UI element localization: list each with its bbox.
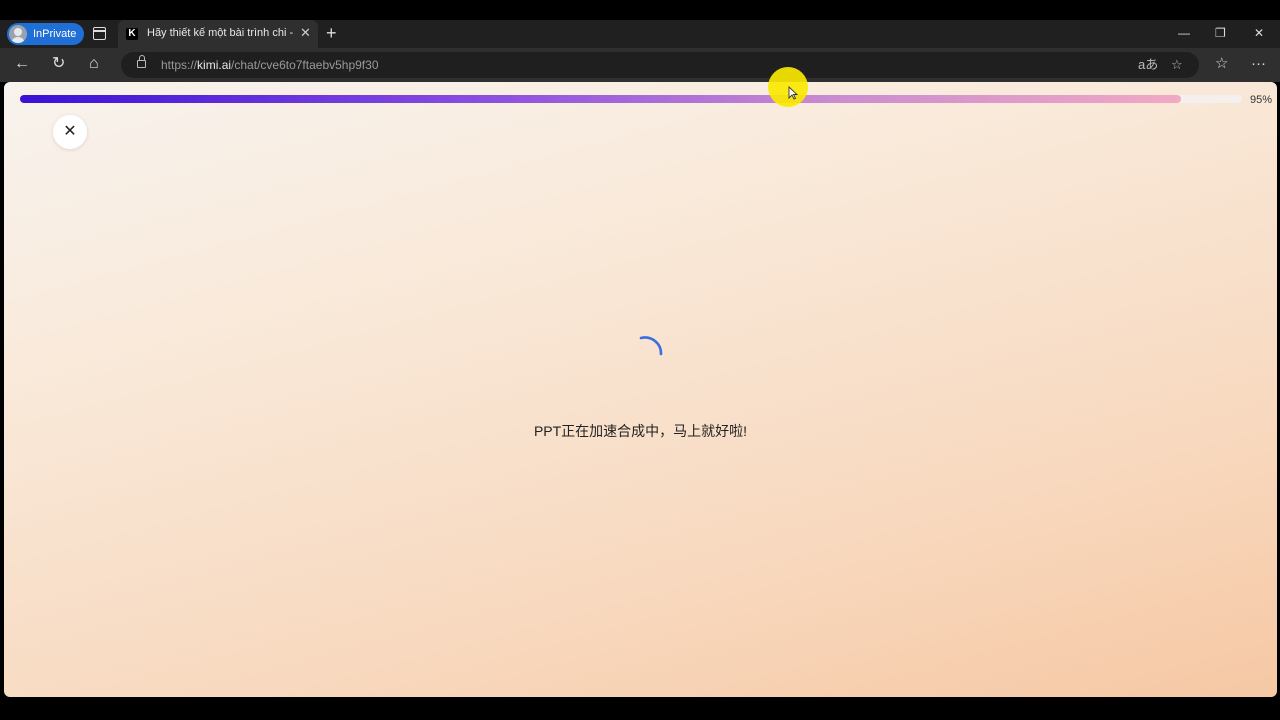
progress-percent: 95% xyxy=(1250,94,1273,106)
url-host: kimi.ai xyxy=(197,58,232,72)
ppt-generation-page: 95% ✕ PPT正在加速合成中，马上就好啦! xyxy=(4,82,1277,697)
minimize-icon[interactable]: — xyxy=(1178,25,1190,41)
url-path: /chat/cve6to7ftaebv5hp9f30 xyxy=(231,58,379,72)
progress-bar-fill xyxy=(20,95,1181,103)
back-icon[interactable]: ← xyxy=(14,54,30,74)
browser-toolbar: ← ↻ ⌂ https://kimi.ai/chat/cve6to7ftaebv… xyxy=(0,48,1280,82)
home-icon[interactable]: ⌂ xyxy=(89,54,99,74)
status-message: PPT正在加速合成中，马上就好啦! xyxy=(533,423,748,439)
url-text[interactable]: https://kimi.ai/chat/cve6to7ftaebv5hp9f3… xyxy=(161,58,379,72)
reload-icon[interactable]: ↻ xyxy=(52,54,65,74)
favorite-star-icon[interactable]: ☆ xyxy=(1171,56,1183,74)
tab-close-icon[interactable]: ✕ xyxy=(300,26,311,40)
address-bar[interactable]: https://kimi.ai/chat/cve6to7ftaebv5hp9f3… xyxy=(121,52,1199,78)
tab-kimi[interactable]: K Hãy thiết kế một bài trình chi - Kimi … xyxy=(118,20,318,48)
close-button[interactable]: ✕ xyxy=(53,115,87,149)
new-tab-icon[interactable]: + xyxy=(326,23,337,43)
restore-icon[interactable]: ❐ xyxy=(1215,25,1226,41)
favorites-icon[interactable]: ☆ xyxy=(1215,54,1228,74)
progress-bar xyxy=(20,95,1242,103)
tab-title: Hãy thiết kế một bài trình chi - Kimi xyxy=(147,27,295,39)
profile-avatar-icon xyxy=(9,25,27,43)
url-scheme: https:// xyxy=(161,58,198,72)
kimi-favicon-icon: K xyxy=(126,28,138,40)
more-options-icon[interactable]: ··· xyxy=(1251,54,1266,74)
inprivate-badge[interactable]: InPrivate xyxy=(7,23,85,45)
tab-actions-icon[interactable] xyxy=(93,27,106,40)
read-aloud-icon[interactable]: aあ xyxy=(1138,56,1158,74)
loading-spinner-icon xyxy=(639,336,663,356)
browser-title-bar: InPrivate K Hãy thiết kế một bài trình c… xyxy=(0,20,1280,48)
inprivate-label: InPrivate xyxy=(33,28,77,40)
lock-icon[interactable] xyxy=(137,55,146,68)
mouse-cursor-icon xyxy=(788,86,798,100)
screen: InPrivate K Hãy thiết kế một bài trình c… xyxy=(0,0,1280,720)
window-close-icon[interactable]: ✕ xyxy=(1254,25,1264,41)
